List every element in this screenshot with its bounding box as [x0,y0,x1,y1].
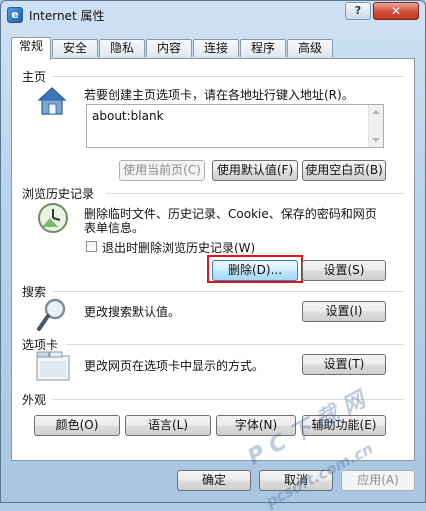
apply-button[interactable]: 应用(A) [341,470,415,491]
ok-button[interactable]: 确定 [177,470,251,491]
tab-advanced[interactable]: 高级 [287,39,333,57]
tabs-description: 更改网页在选项卡中显示的方式。 [84,359,265,373]
use-blank-button[interactable]: 使用空白页(B) [302,160,386,181]
clock-icon [36,201,70,238]
tab-security[interactable]: 安全 [52,39,98,57]
home-address-scrollbar[interactable] [368,105,383,147]
search-settings-button[interactable]: 设置(I) [302,301,386,322]
delete-on-exit-checkbox[interactable] [86,241,97,252]
appearance-section-title: 外观 [22,393,47,407]
search-description: 更改搜索默认值。 [84,305,181,319]
tab-content[interactable]: 内容 [146,39,192,57]
tab-general[interactable]: 常规 [11,37,51,60]
tabbed-window-icon [36,351,70,384]
close-button[interactable]: ✕ [373,2,419,20]
history-description-line2: 表单信息。 [84,221,145,235]
colors-button[interactable]: 颜色(O) [34,415,120,436]
use-default-button[interactable]: 使用默认值(F) [212,160,298,181]
home-address-field[interactable]: about:blank [86,104,384,148]
internet-explorer-icon: e [7,7,23,23]
home-section-title: 主页 [22,70,47,84]
search-divider [52,291,404,292]
highlight-box [207,255,303,283]
tab-privacy[interactable]: 隐私 [99,39,145,57]
use-current-button[interactable]: 使用当前页(C) [119,160,205,181]
tabs-divider [66,344,404,345]
home-divider [52,76,404,77]
internet-options-window: e Internet 属性 ? ✕ 常规 安全 隐私 内容 连接 程序 高级 主… [0,0,426,511]
home-description: 若要创建主页选项卡，请在各地址行键入地址(R)。 [84,88,354,102]
help-button[interactable]: ? [345,2,371,20]
history-section-title: 浏览历史记录 [22,187,95,201]
home-icon [36,85,68,120]
home-address-value: about:blank [92,109,164,123]
tabs-settings-button[interactable]: 设置(T) [302,354,386,375]
magnifier-icon [36,297,68,336]
history-settings-button[interactable]: 设置(S) [302,260,386,281]
window-title: Internet 属性 [29,9,105,23]
tab-programs[interactable]: 程序 [240,39,286,57]
languages-button[interactable]: 语言(L) [125,415,211,436]
title-bar[interactable]: e Internet 属性 ? ✕ [1,1,425,29]
history-divider [106,193,404,194]
delete-on-exit-label: 退出时删除浏览历史记录(W) [102,241,256,255]
tab-connections[interactable]: 连接 [193,39,239,57]
